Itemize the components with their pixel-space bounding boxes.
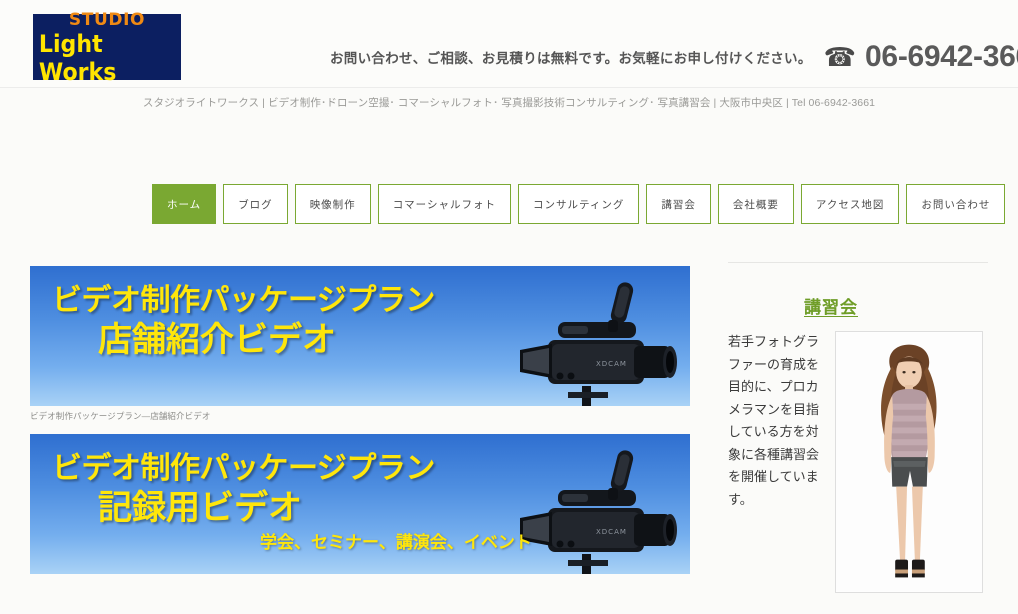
nav-item-workshop[interactable]: 講習会 (646, 184, 711, 224)
nav-item-access-map[interactable]: アクセス地図 (800, 184, 900, 224)
site-logo[interactable]: STUDIO Light Works (33, 10, 181, 86)
sidebar-divider (728, 262, 988, 263)
banner-headline: ビデオ制作パッケージプラン (52, 452, 435, 485)
banner-image: XDCAM ビデオ制作パッケージプラン 記録用ビデオ 学会、セミナー、講演会、イ… (30, 434, 690, 574)
logo-line-lightworks: Light Works (38, 30, 117, 86)
banner-store-intro-video-wrap: XDCAM ビデオ制作パッケージプラン 店舗紹介ビデオ ビデオ制作パッケージプラ… (30, 266, 690, 422)
banner-record-video-wrap: XDCAM ビデオ制作パッケージプラン 記録用ビデオ 学会、セミナー、講演会、イ… (30, 434, 690, 574)
svg-text:XDCAM: XDCAM (596, 528, 627, 536)
banner-text-block: ビデオ制作パッケージプラン 店舗紹介ビデオ (30, 266, 500, 360)
header-contact-block: お問い合わせ、ご相談、お見積りは無料です。お気軽にお申し付けください。 ☎ 06… (330, 42, 1018, 72)
page-root: STUDIO Light Works お問い合わせ、ご相談、お見積りは無料です。… (0, 0, 1018, 614)
banner-subheadline: 店舗紹介ビデオ (98, 321, 336, 359)
contact-message: お問い合わせ、ご相談、お見積りは無料です。お気軽にお申し付けください。 (330, 51, 812, 66)
banner-caption: ビデオ制作パッケージプラン―店舗紹介ビデオ (30, 411, 211, 421)
banner-text-block: ビデオ制作パッケージプラン 記録用ビデオ 学会、セミナー、講演会、イベント (30, 434, 532, 554)
nav-item-video-production[interactable]: 映像制作 (294, 184, 371, 224)
banner-headline: ビデオ制作パッケージプラン (52, 284, 435, 317)
video-camera-icon: XDCAM (520, 450, 677, 574)
sidebar: 講習会 若手フォトグラファーの育成を目的に、プロカメラマンを目指している方を対象… (728, 262, 988, 593)
banner-record-video[interactable]: XDCAM ビデオ制作パッケージプラン 記録用ビデオ 学会、セミナー、講演会、イ… (30, 434, 690, 574)
telephone-icon: ☎ (823, 42, 857, 72)
banner-image: XDCAM ビデオ制作パッケージプラン 店舗紹介ビデオ (30, 266, 690, 406)
logo-line-studio: STUDIO (68, 10, 146, 30)
nav-item-consulting[interactable]: コンサルティング (517, 184, 640, 224)
nav-item-company-profile[interactable]: 会社概要 (717, 184, 794, 224)
video-camera-icon: XDCAM (520, 282, 677, 406)
sidebar-model-photo[interactable] (835, 331, 983, 593)
sidebar-heading-workshop[interactable]: 講習会 (728, 293, 988, 318)
svg-text:XDCAM: XDCAM (596, 360, 627, 368)
site-tagline: スタジオライトワークス | ビデオ制作･ドローン空撮･ コマーシャルフォト･ 写… (142, 97, 876, 109)
nav-item-home[interactable]: ホーム (152, 184, 217, 224)
nav-item-contact[interactable]: お問い合わせ (906, 184, 1006, 224)
banner-store-intro-video[interactable]: XDCAM ビデオ制作パッケージプラン 店舗紹介ビデオ (30, 266, 690, 406)
female-model-portrait-icon (836, 332, 982, 592)
main-content: XDCAM ビデオ制作パッケージプラン 店舗紹介ビデオ ビデオ制作パッケージプラ… (30, 266, 690, 574)
main-navigation: ホーム ブログ 映像制作 コマーシャルフォト コンサルティング 講習会 会社概要… (152, 184, 1006, 224)
sidebar-body: 若手フォトグラファーの育成を目的に、プロカメラマンを目指している方を対象に各種講… (728, 331, 988, 593)
nav-item-commercial-photo[interactable]: コマーシャルフォト (377, 184, 511, 224)
nav-item-blog[interactable]: ブログ (223, 184, 288, 224)
site-header: STUDIO Light Works お問い合わせ、ご相談、お見積りは無料です。… (0, 0, 1018, 88)
banner-subheadline: 記録用ビデオ (98, 489, 302, 527)
phone-number[interactable]: 06-6942-3661 (865, 42, 1018, 72)
banner-tagline: 学会、セミナー、講演会、イベント (260, 533, 532, 552)
sidebar-description: 若手フォトグラファーの育成を目的に、プロカメラマンを目指している方を対象に各種講… (728, 334, 820, 507)
